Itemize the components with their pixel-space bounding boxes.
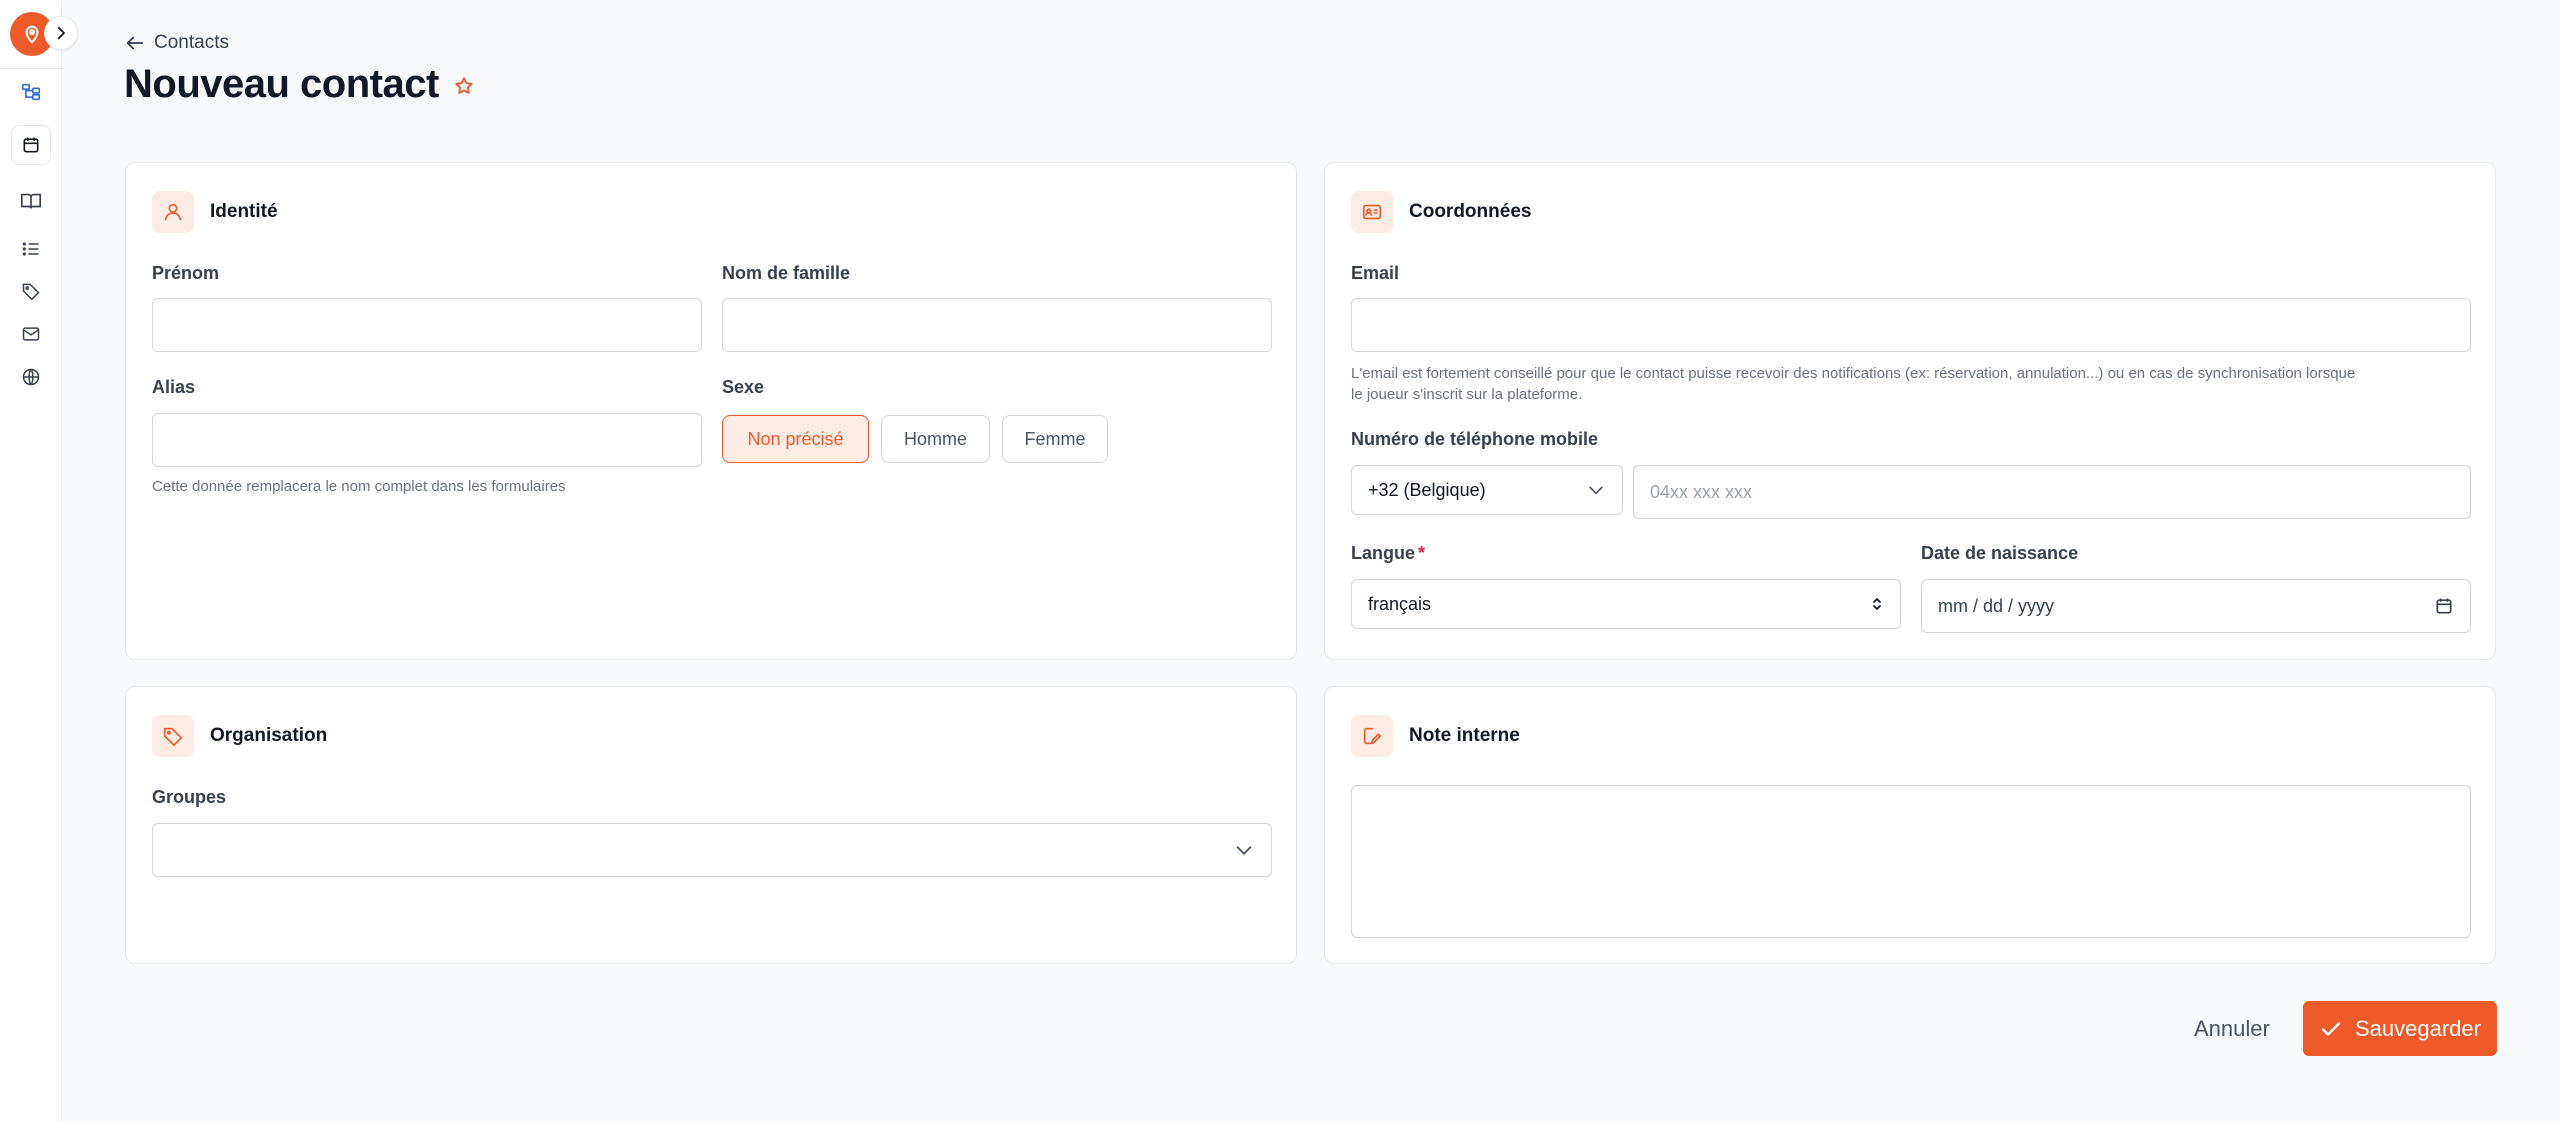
arrow-left-icon <box>126 36 144 50</box>
alias-help-text: Cette donnée remplacera le nom complet d… <box>152 478 566 495</box>
sidebar-item-globe[interactable] <box>11 357 51 397</box>
cancel-button[interactable]: Annuler <box>2180 1003 2284 1055</box>
sidebar-item-mail[interactable] <box>11 314 51 354</box>
contact-card-icon-box <box>1351 191 1393 233</box>
identity-card-title: Identité <box>210 201 278 222</box>
contact-card-icon <box>1362 204 1382 220</box>
birthdate-input[interactable]: mm / dd / yyyy <box>1921 579 2471 633</box>
user-icon <box>164 203 182 221</box>
tag-icon <box>163 727 183 747</box>
organisation-card-title: Organisation <box>210 725 328 746</box>
identity-card: Identité Prénom Nom de famille Alias Cet… <box>125 162 1297 660</box>
first-name-label: Prénom <box>152 263 220 283</box>
chevron-right-icon <box>57 26 65 40</box>
book-open-icon <box>21 193 41 209</box>
internal-note-card: Note interne <box>1324 686 2496 964</box>
list-icon <box>22 242 39 256</box>
sidebar-item-book[interactable] <box>11 181 51 221</box>
organisation-card: Organisation Groupes <box>125 686 1297 964</box>
note-card-title: Note interne <box>1409 725 1520 746</box>
identity-card-icon <box>152 191 194 233</box>
birthdate-label: Date de naissance <box>1921 543 2079 563</box>
back-link-contacts[interactable]: Contacts <box>124 32 229 54</box>
tag-icon <box>22 283 40 301</box>
calendar-icon <box>23 137 39 153</box>
chevron-down-icon <box>1589 486 1603 495</box>
identity-card-header: Identité <box>152 191 278 233</box>
check-icon <box>2321 1021 2341 1036</box>
language-label: Langue * <box>1351 543 1425 564</box>
sidebar-divider <box>0 68 62 69</box>
last-name-input[interactable] <box>722 298 1272 352</box>
internal-note-textarea[interactable] <box>1351 785 2471 938</box>
edit-note-icon <box>1363 727 1382 745</box>
gender-option-female[interactable]: Femme <box>1002 415 1108 463</box>
favorite-button[interactable] <box>450 72 478 100</box>
organisation-card-header: Organisation <box>152 715 327 757</box>
language-label-text: Langue <box>1351 543 1416 563</box>
alias-input[interactable] <box>152 413 702 467</box>
sidebar-item-calendar[interactable] <box>11 125 51 165</box>
language-select[interactable]: français <box>1351 579 1901 629</box>
select-arrows-icon <box>1873 598 1881 610</box>
sidebar-expand-button[interactable] <box>44 16 78 50</box>
birthdate-placeholder: mm / dd / yyyy <box>1938 595 2055 616</box>
phone-number-input[interactable]: 04xx xxx xxx <box>1633 465 2471 519</box>
brand-pin-icon <box>25 25 39 44</box>
back-link-label: Contacts <box>154 32 229 53</box>
phone-country-value: +32 (Belgique) <box>1368 479 1486 500</box>
save-button[interactable]: Sauvegarder <box>2303 1001 2497 1056</box>
gender-option-not-specified[interactable]: Non précisé <box>722 415 869 463</box>
organisation-card-icon <box>152 715 194 757</box>
mail-icon <box>22 327 40 341</box>
gender-option-male[interactable]: Homme <box>881 415 990 463</box>
email-label: Email <box>1351 263 1400 283</box>
email-help-text-line2: le joueur s'inscrit sur la plateforme. <box>1351 386 1583 403</box>
sidebar-item-hierarchy[interactable] <box>11 72 51 112</box>
email-input[interactable] <box>1351 298 2471 352</box>
last-name-label: Nom de famille <box>722 263 851 283</box>
save-button-label: Sauvegarder <box>2355 1015 2481 1041</box>
sidebar-item-tags[interactable] <box>11 271 51 311</box>
calendar-icon[interactable] <box>2434 596 2454 616</box>
sidebar <box>0 0 78 1121</box>
page-title: Nouveau contact <box>124 62 439 106</box>
first-name-input[interactable] <box>152 298 702 352</box>
gender-label: Sexe <box>722 377 765 397</box>
phone-label: Numéro de téléphone mobile <box>1351 429 1599 449</box>
phone-country-select[interactable]: +32 (Belgique) <box>1351 465 1623 515</box>
required-marker: * <box>1418 543 1426 563</box>
alias-label: Alias <box>152 377 196 397</box>
email-help-text-line1: L'email est fortement conseillé pour que… <box>1351 365 2356 382</box>
contact-details-card: Coordonnées Email L'email est fortement … <box>1324 162 2496 660</box>
hierarchy-icon <box>21 83 41 101</box>
star-icon <box>455 77 473 94</box>
groups-select[interactable] <box>152 823 1272 877</box>
note-card-header: Note interne <box>1351 715 1520 757</box>
contact-card-title: Coordonnées <box>1409 201 1532 222</box>
groups-label: Groupes <box>152 787 227 807</box>
note-card-icon <box>1351 715 1393 757</box>
contact-card-header: Coordonnées <box>1351 191 1531 233</box>
globe-icon <box>22 368 40 386</box>
language-value: français <box>1368 593 1432 614</box>
chevron-down-icon <box>1236 846 1252 855</box>
sidebar-item-list[interactable] <box>11 229 51 269</box>
